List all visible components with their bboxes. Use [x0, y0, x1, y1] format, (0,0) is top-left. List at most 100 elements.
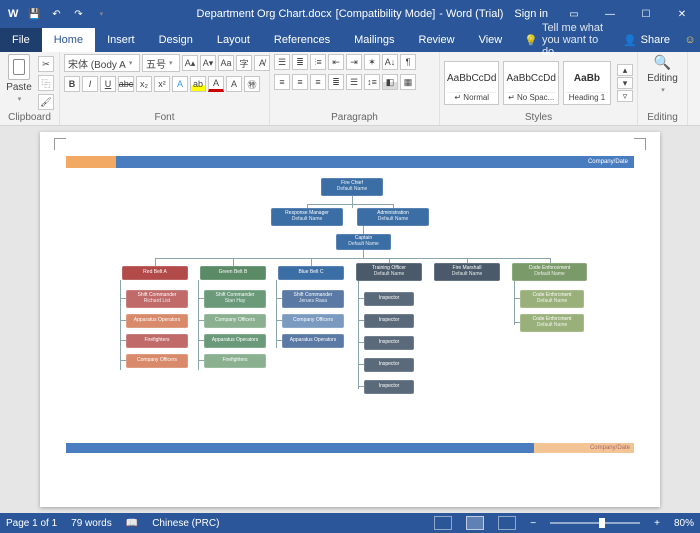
org-node-ra3[interactable]: Firefighters — [126, 334, 188, 348]
align-center-button[interactable]: ≡ — [292, 74, 308, 90]
qat-undo[interactable]: ↶ — [46, 4, 66, 24]
distributed-button[interactable]: ☰ — [346, 74, 362, 90]
subscript-button[interactable]: x₂ — [136, 76, 152, 92]
zoom-in-button[interactable]: + — [654, 518, 660, 529]
proofing-icon[interactable]: 📖 — [126, 518, 138, 529]
close-icon[interactable]: ✕ — [664, 0, 700, 28]
font-size-select[interactable]: 五号▾ — [142, 54, 180, 72]
qat-save[interactable]: 💾 — [24, 4, 44, 24]
org-node-to2[interactable]: Inspector — [364, 314, 414, 328]
align-left-button[interactable]: ≡ — [274, 74, 290, 90]
bold-button[interactable]: B — [64, 76, 80, 92]
feedback-smiley-icon[interactable]: ☺ — [680, 28, 700, 52]
share-button[interactable]: 👤 Share — [613, 28, 680, 52]
sign-in-link[interactable]: Sign in — [514, 8, 548, 20]
shading-button[interactable]: ◧ — [382, 74, 398, 90]
line-spacing-button[interactable]: ↕≡ — [364, 74, 380, 90]
strikethrough-button[interactable]: abc — [118, 76, 134, 92]
org-node-ra2[interactable]: Apparatus Operators — [126, 314, 188, 328]
clear-formatting-button[interactable]: A̸ — [254, 55, 270, 71]
format-painter-button[interactable]: 🖌 — [38, 94, 54, 110]
tab-layout[interactable]: Layout — [205, 28, 262, 52]
org-node-to1[interactable]: Inspector — [364, 292, 414, 306]
org-node-rm[interactable]: Response ManagerDefault Name — [271, 208, 343, 226]
grow-font-button[interactable]: A▴ — [182, 55, 198, 71]
tab-home[interactable]: Home — [42, 28, 95, 52]
styles-row-down[interactable]: ▾ — [617, 77, 633, 89]
show-marks-button[interactable]: ¶ — [400, 54, 416, 70]
text-direction-button[interactable]: ✶ — [364, 54, 380, 70]
zoom-out-button[interactable]: − — [530, 518, 536, 529]
shrink-font-button[interactable]: A▾ — [200, 55, 216, 71]
multilevel-list-button[interactable]: ⫶≡ — [310, 54, 326, 70]
tab-view[interactable]: View — [467, 28, 515, 52]
page[interactable]: Company/Date Fire ChiefDefault NameRespo… — [40, 132, 660, 507]
status-language[interactable]: Chinese (PRC) — [152, 518, 219, 529]
org-node-ce1[interactable]: Code EnforcmentDefault Name — [520, 290, 584, 308]
styles-more[interactable]: ▿ — [617, 90, 633, 102]
sort-button[interactable]: A↓ — [382, 54, 398, 70]
qat-customize[interactable]: ▾ — [91, 4, 111, 24]
org-node-gb[interactable]: Green Belt B — [200, 266, 266, 280]
qat-redo[interactable]: ↷ — [68, 4, 88, 24]
org-node-ce2[interactable]: Code EnforcmentDefault Name — [520, 314, 584, 332]
org-node-to3[interactable]: Inspector — [364, 336, 414, 350]
org-node-gb4[interactable]: Firefighters — [204, 354, 266, 368]
zoom-level[interactable]: 80% — [674, 518, 694, 529]
style-normal[interactable]: AaBbCcDd ↵ Normal — [444, 61, 499, 105]
borders-button[interactable]: ▦ — [400, 74, 416, 90]
print-layout-button[interactable] — [466, 516, 484, 530]
enclose-characters-button[interactable]: ㊕ — [244, 76, 260, 92]
tell-me-search[interactable]: 💡 Tell me what you want to do — [514, 28, 613, 52]
org-node-fm[interactable]: Fire MarshallDefault Name — [434, 263, 500, 281]
org-node-ra[interactable]: Red Belt A — [122, 266, 188, 280]
bullets-button[interactable]: ☰ — [274, 54, 290, 70]
font-color-button[interactable]: A — [208, 76, 224, 92]
decrease-indent-button[interactable]: ⇤ — [328, 54, 344, 70]
status-word-count[interactable]: 79 words — [71, 518, 112, 529]
change-case-button[interactable]: Aa — [218, 55, 234, 71]
character-shading-button[interactable]: A — [226, 76, 242, 92]
org-chart[interactable]: Fire ChiefDefault Name Response ManagerDe… — [66, 178, 634, 433]
org-node-bc2[interactable]: Company Officers — [282, 314, 344, 328]
org-node-bc1[interactable]: Shift CommanderJerues Rasa — [282, 290, 344, 308]
org-node-to5[interactable]: Inspector — [364, 380, 414, 394]
editing-button[interactable]: 🔍 Editing▾ — [648, 54, 678, 94]
tab-references[interactable]: References — [262, 28, 342, 52]
tab-mailings[interactable]: Mailings — [342, 28, 406, 52]
underline-button[interactable]: U — [100, 76, 116, 92]
read-mode-button[interactable] — [434, 516, 452, 530]
org-node-bc3[interactable]: Apparatus Operators — [282, 334, 344, 348]
superscript-button[interactable]: x² — [154, 76, 170, 92]
org-node-to4[interactable]: Inspector — [364, 358, 414, 372]
org-node-gb3[interactable]: Apparatus Operators — [204, 334, 266, 348]
status-page[interactable]: Page 1 of 1 — [6, 518, 57, 529]
text-effects-button[interactable]: A — [172, 76, 188, 92]
highlight-button[interactable]: ab — [190, 76, 206, 92]
justify-button[interactable]: ≣ — [328, 74, 344, 90]
org-node-gb1[interactable]: Shift CommanderStan Hay — [204, 290, 266, 308]
org-node-gb2[interactable]: Company Officers — [204, 314, 266, 328]
style-heading-1[interactable]: AaBb Heading 1 — [563, 61, 611, 105]
paste-button[interactable]: Paste▾ — [4, 54, 34, 103]
italic-button[interactable]: I — [82, 76, 98, 92]
web-layout-button[interactable] — [498, 516, 516, 530]
styles-row-up[interactable]: ▴ — [617, 64, 633, 76]
tab-file[interactable]: File — [0, 28, 42, 52]
cut-button[interactable]: ✂ — [38, 56, 54, 72]
org-node-ra4[interactable]: Company Officers — [126, 354, 188, 368]
org-node-chief[interactable]: Fire ChiefDefault Name — [321, 178, 383, 196]
zoom-slider[interactable] — [550, 522, 640, 524]
phonetic-guide-button[interactable]: 字 — [236, 55, 252, 71]
increase-indent-button[interactable]: ⇥ — [346, 54, 362, 70]
maximize-icon[interactable]: ☐ — [628, 0, 664, 28]
org-node-admin[interactable]: AdministrationDefault Name — [357, 208, 429, 226]
tab-review[interactable]: Review — [407, 28, 467, 52]
tab-insert[interactable]: Insert — [95, 28, 147, 52]
numbering-button[interactable]: ≣ — [292, 54, 308, 70]
copy-button[interactable]: ⿻ — [38, 75, 54, 91]
org-node-ra1[interactable]: Shift CommanderRichard List — [126, 290, 188, 308]
org-node-ce[interactable]: Code EnforcementDefault Name — [512, 263, 587, 281]
org-node-bc[interactable]: Blue Belt C — [278, 266, 344, 280]
org-node-to[interactable]: Training OfficerDefault Name — [356, 263, 422, 281]
